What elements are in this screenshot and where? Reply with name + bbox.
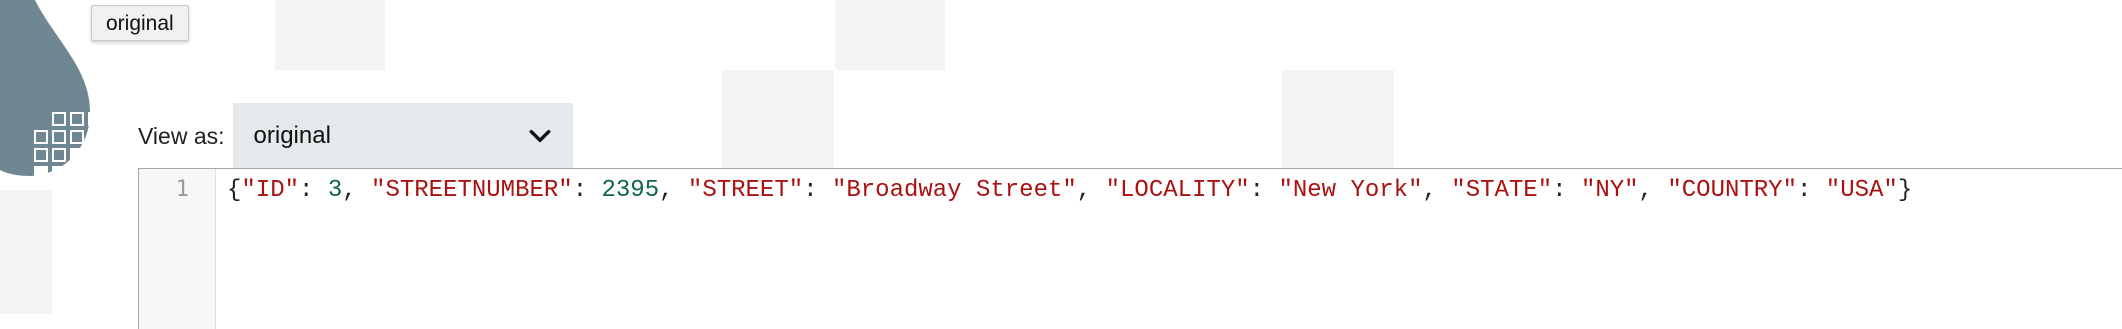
code-line[interactable]: {"ID": 3, "STREETNUMBER": 2395, "STREET"… bbox=[227, 177, 1912, 204]
background-tile bbox=[0, 190, 52, 314]
code-token-key: "STREET" bbox=[687, 177, 804, 204]
background-tile bbox=[1282, 70, 1394, 168]
code-token-punct: : bbox=[1249, 177, 1279, 204]
code-token-punct: : bbox=[1796, 177, 1826, 204]
code-token-punct: } bbox=[1897, 177, 1913, 204]
code-token-key: "LOCALITY" bbox=[1105, 177, 1250, 204]
code-token-punct: { bbox=[227, 177, 242, 204]
code-token-key: "STATE" bbox=[1451, 177, 1553, 204]
code-token-punct: , bbox=[1422, 177, 1452, 204]
code-token-key: "ID" bbox=[241, 177, 300, 204]
view-as-select[interactable]: original bbox=[232, 103, 573, 169]
code-token-punct: : bbox=[299, 177, 328, 204]
line-number-gutter: 1 bbox=[139, 169, 216, 329]
background-tile bbox=[275, 0, 385, 70]
tooltip-original: original bbox=[91, 5, 189, 41]
code-token-num: 2395 bbox=[601, 177, 660, 204]
code-token-str: "New York" bbox=[1278, 177, 1423, 204]
chevron-down-icon bbox=[529, 129, 550, 143]
code-token-punct: , bbox=[342, 177, 372, 204]
line-number: 1 bbox=[175, 177, 189, 202]
code-token-punct: : bbox=[1552, 177, 1581, 204]
view-as-selected-value: original bbox=[253, 122, 331, 149]
code-token-str: "NY" bbox=[1580, 177, 1639, 204]
background-tile bbox=[722, 70, 834, 168]
code-token-punct: : bbox=[803, 177, 832, 204]
code-token-punct: , bbox=[1076, 177, 1106, 204]
view-as-label: View as: bbox=[138, 122, 225, 149]
view-as-row: View as: original bbox=[138, 103, 573, 169]
code-token-str: "USA" bbox=[1825, 177, 1898, 204]
code-token-punct: : bbox=[572, 177, 602, 204]
code-token-key: "STREETNUMBER" bbox=[371, 177, 573, 204]
code-editor[interactable]: 1 {"ID": 3, "STREETNUMBER": 2395, "STREE… bbox=[138, 168, 2122, 329]
code-token-key: "COUNTRY" bbox=[1667, 177, 1797, 204]
code-token-num: 3 bbox=[327, 177, 343, 204]
code-token-str: "Broadway Street" bbox=[831, 177, 1077, 204]
background-tile bbox=[835, 0, 945, 70]
code-token-punct: , bbox=[659, 177, 688, 204]
code-token-punct: , bbox=[1638, 177, 1668, 204]
